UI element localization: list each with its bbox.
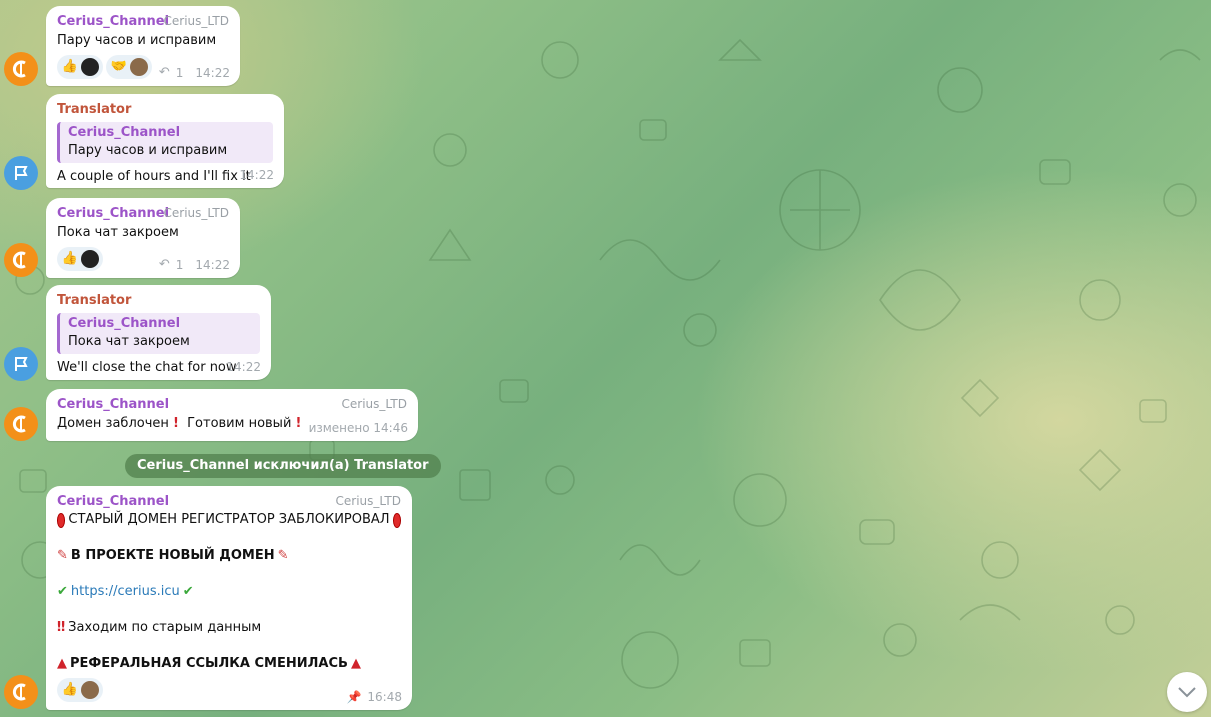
reply-count[interactable]: 1	[176, 258, 184, 272]
post-text: Заходим по старым данным	[68, 620, 262, 635]
post-line: ‼ Заходим по старым данным	[57, 619, 401, 637]
author-signature: Cerius_LTD	[335, 494, 402, 508]
message-bubble[interactable]: Cerius_Channel Cerius_LTD Домен заблочен…	[46, 389, 418, 441]
warning-icon: ▲	[57, 656, 67, 671]
translator-avatar[interactable]	[4, 156, 38, 190]
quote-sender: Cerius_Channel	[68, 125, 181, 140]
quote-sender: Cerius_Channel	[68, 316, 181, 331]
quote-text: Пока чат закроем	[68, 334, 190, 349]
message-bubble[interactable]: Translator Cerius_Channel Пока чат закро…	[46, 285, 271, 380]
check-mark-icon: ✔	[57, 584, 68, 599]
chevron-down-icon	[1178, 687, 1196, 698]
message-time: 14:22	[195, 257, 230, 272]
channel-avatar[interactable]	[4, 407, 38, 441]
message-time: 14:22	[239, 168, 274, 182]
post-link[interactable]: https://cerius.icu	[71, 583, 180, 601]
translator-avatar[interactable]	[4, 347, 38, 381]
thumbs-up-icon: 👍	[61, 682, 79, 697]
thumbs-up-icon: 👍	[61, 59, 79, 74]
warning-icon: ▲	[350, 656, 361, 671]
reply-quote[interactable]: Cerius_Channel Пока чат закроем	[57, 313, 260, 354]
user-avatar-mini	[81, 58, 99, 76]
author-signature: Cerius_LTD	[341, 397, 408, 411]
syringe-icon: ✎	[57, 548, 68, 563]
message-bubble[interactable]: Translator Cerius_Channel Пару часов и и…	[46, 94, 284, 188]
exclamation-icon: !	[173, 416, 179, 431]
post-line: ✎ В ПРОЕКТЕ НОВЫЙ ДОМЕН ✎	[57, 547, 401, 565]
handshake-icon: 🤝	[110, 59, 128, 74]
message-text: Пару часов и исправим	[57, 33, 217, 48]
user-avatar-mini	[81, 250, 99, 268]
post-text: В ПРОЕКТЕ НОВЫЙ ДОМЕН	[70, 548, 275, 563]
channel-avatar[interactable]	[4, 243, 38, 277]
sender-name[interactable]: Translator	[57, 292, 260, 310]
message-text-part: Домен заблочен	[57, 416, 169, 431]
reply-count[interactable]: 1	[176, 66, 184, 80]
reaction-thumbs-up[interactable]: 👍	[57, 247, 103, 271]
syringe-icon: ✎	[277, 548, 289, 563]
message-bubble[interactable]: Cerius_Channel Cerius_LTD Пару часов и и…	[46, 6, 240, 86]
post-text: РЕФЕРАЛЬНАЯ ССЫЛКА СМЕНИЛАСЬ	[70, 656, 348, 671]
message-meta: 📌 16:48	[346, 690, 402, 704]
message-text: Пока чат закроем	[57, 225, 179, 240]
user-avatar-mini	[130, 58, 148, 76]
pin-icon: 📌	[346, 690, 362, 704]
reaction-thumbs-up[interactable]: 👍	[57, 678, 103, 702]
post-line: ▲ РЕФЕРАЛЬНАЯ ССЫЛКА СМЕНИЛАСЬ ▲	[57, 655, 401, 673]
message-time: 14:22	[226, 360, 261, 374]
sender-name[interactable]: Translator	[57, 101, 273, 119]
author-signature: Cerius_LTD	[163, 14, 230, 28]
post-line: СТАРЫЙ ДОМЕН РЕГИСТРАТОР ЗАБЛОКИРОВАЛ	[57, 511, 401, 529]
reply-quote[interactable]: Cerius_Channel Пару часов и исправим	[57, 122, 273, 163]
post-text: СТАРЫЙ ДОМЕН РЕГИСТРАТОР ЗАБЛОКИРОВАЛ	[68, 512, 390, 527]
message-meta: ↶ 1 14:22	[159, 257, 230, 272]
reply-arrow-icon[interactable]: ↶	[159, 257, 170, 272]
message-meta: ↶ 1 14:22	[159, 65, 230, 80]
service-message: Cerius_Channel исключил(а) Translator	[125, 454, 441, 478]
message-text-part: Готовим новый	[187, 416, 292, 431]
user-avatar-mini	[81, 681, 99, 699]
reply-arrow-icon[interactable]: ↶	[159, 65, 170, 80]
message-time: изменено 14:46	[308, 421, 408, 435]
exclamation-icon: !	[295, 416, 302, 431]
message-time: 14:22	[195, 65, 230, 80]
channel-avatar[interactable]	[4, 675, 38, 709]
message-bubble[interactable]: Cerius_Channel Cerius_LTD Пока чат закро…	[46, 198, 240, 278]
reaction-handshake[interactable]: 🤝	[106, 55, 152, 79]
channel-post[interactable]: Cerius_Channel Cerius_LTD СТАРЫЙ ДОМЕН Р…	[46, 486, 412, 710]
check-mark-icon: ✔	[182, 584, 194, 599]
red-circle-icon	[392, 512, 401, 528]
message-time: 16:48	[367, 690, 402, 704]
reaction-thumbs-up[interactable]: 👍	[57, 55, 103, 79]
channel-avatar[interactable]	[4, 52, 38, 86]
author-signature: Cerius_LTD	[163, 206, 230, 220]
post-line: ✔ https://cerius.icu ✔	[57, 583, 401, 601]
quote-text: Пару часов и исправим	[68, 143, 228, 158]
thumbs-up-icon: 👍	[61, 251, 79, 266]
scroll-down-button[interactable]	[1167, 672, 1207, 712]
red-circle-icon	[57, 512, 66, 528]
double-exclamation-icon: ‼	[57, 620, 66, 635]
